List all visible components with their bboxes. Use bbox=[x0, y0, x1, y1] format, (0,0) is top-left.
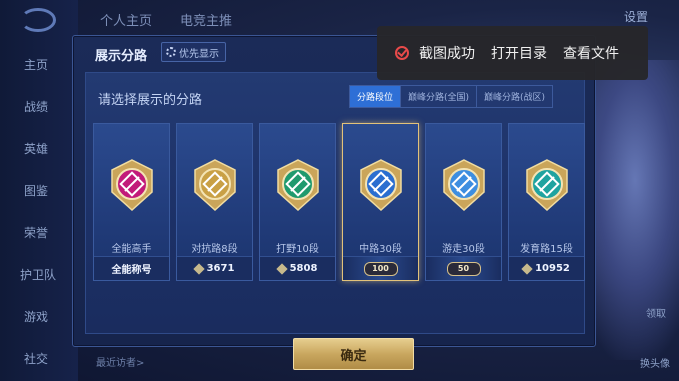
dialog-title: 展示分路 bbox=[95, 49, 148, 64]
lane-card-name: 游走30段 bbox=[442, 244, 485, 255]
diamond-icon bbox=[521, 262, 533, 275]
nav-item-heroes[interactable]: 英雄 bbox=[24, 140, 48, 157]
game-logo-icon bbox=[20, 8, 56, 32]
settings-button[interactable]: 设置 bbox=[624, 8, 648, 25]
lane-card-footer: 5808 bbox=[260, 256, 335, 280]
toast-message: 截图成功 bbox=[419, 46, 475, 62]
lane-card-footer: 全能称号 bbox=[94, 256, 169, 280]
side-label-avatar[interactable]: 换头像 bbox=[640, 355, 670, 370]
recent-visitors[interactable]: 最近访者> bbox=[96, 354, 144, 369]
lane-card-value: 3671 bbox=[206, 263, 235, 274]
lane-card[interactable]: 全能高手 全能称号 bbox=[93, 123, 170, 281]
lane-cards: 全能高手 全能称号 对抗路8段 3671 打野10段 5808 中路30段 100 游走30段 5… bbox=[93, 123, 585, 281]
diamond-icon bbox=[275, 262, 288, 275]
nav-item-home[interactable]: 主页 bbox=[24, 56, 48, 73]
rank-badge: 100 bbox=[363, 261, 398, 276]
lane-card[interactable]: 发育路15段 10952 bbox=[508, 123, 585, 281]
tab-peak-national[interactable]: 巅峰分路(全国) bbox=[400, 86, 476, 107]
lane-card[interactable]: 打野10段 5808 bbox=[259, 123, 336, 281]
view-file-link[interactable]: 查看文件 bbox=[563, 43, 619, 63]
lane-emblem-icon bbox=[274, 158, 322, 216]
lane-card-footer: 100 bbox=[343, 256, 418, 280]
tab-profile[interactable]: 个人主页 bbox=[100, 10, 152, 29]
check-circle-icon bbox=[395, 46, 409, 60]
lane-card-name: 发育路15段 bbox=[520, 244, 573, 255]
tab-lane-rank[interactable]: 分路段位 bbox=[350, 86, 401, 107]
lane-card-name: 打野10段 bbox=[276, 244, 319, 255]
lane-tabs: 分路段位 巅峰分路(全国) 巅峰分路(战区) bbox=[349, 85, 554, 108]
lane-panel: 请选择展示的分路 分路段位 巅峰分路(全国) 巅峰分路(战区) 全能高手全能称号… bbox=[85, 72, 585, 370]
lane-emblem-icon bbox=[191, 158, 239, 216]
nav-item-codex[interactable]: 图鉴 bbox=[24, 182, 48, 199]
nav-item-record[interactable]: 战绩 bbox=[24, 98, 48, 115]
nav-item-social[interactable]: 社交 bbox=[24, 350, 48, 367]
priority-display-label: 优先显示 bbox=[179, 48, 219, 60]
diamond-icon bbox=[192, 262, 205, 275]
lane-card-name: 对抗路8段 bbox=[191, 244, 238, 255]
lane-emblem-icon bbox=[523, 158, 571, 216]
priority-display-button[interactable]: 优先显示 bbox=[161, 42, 226, 62]
screenshot-toast: 截图成功 打开目录 查看文件 bbox=[377, 26, 648, 80]
lane-card[interactable]: 游走30段 50 bbox=[425, 123, 502, 281]
lane-card-value: 10952 bbox=[535, 263, 570, 274]
lane-emblem-icon bbox=[108, 158, 156, 216]
open-directory-link[interactable]: 打开目录 bbox=[491, 43, 547, 63]
rank-badge: 50 bbox=[446, 261, 481, 276]
lane-card-footer: 10952 bbox=[509, 256, 584, 280]
lane-card-name: 中路30段 bbox=[359, 244, 402, 255]
lane-card-value: 5808 bbox=[289, 263, 318, 274]
lane-card[interactable]: 对抗路8段 3671 bbox=[176, 123, 253, 281]
select-prompt: 请选择展示的分路 bbox=[98, 93, 203, 108]
lane-card-value: 全能称号 bbox=[111, 265, 152, 276]
nav-item-honor[interactable]: 荣誉 bbox=[24, 224, 48, 241]
tab-esports[interactable]: 电竞主推 bbox=[180, 10, 232, 29]
nav-item-guard[interactable]: 护卫队 bbox=[20, 266, 56, 283]
lane-emblem-icon bbox=[357, 158, 405, 216]
lane-card-name: 全能高手 bbox=[111, 244, 152, 255]
confirm-button[interactable]: 确定 bbox=[293, 338, 414, 370]
gear-icon bbox=[166, 47, 176, 57]
lane-card[interactable]: 中路30段 100 bbox=[342, 123, 419, 281]
lane-card-footer: 3671 bbox=[177, 256, 252, 280]
tab-peak-region[interactable]: 巅峰分路(战区) bbox=[476, 86, 552, 107]
nav-item-games[interactable]: 游戏 bbox=[24, 308, 48, 325]
side-label-claim[interactable]: 领取 bbox=[646, 305, 666, 320]
display-lane-dialog: 展示分路 优先显示 请选择展示的分路 分路段位 巅峰分路(全国) 巅峰分路(战区… bbox=[72, 35, 596, 370]
lane-emblem-icon bbox=[440, 158, 488, 216]
lane-card-footer: 50 bbox=[426, 256, 501, 280]
